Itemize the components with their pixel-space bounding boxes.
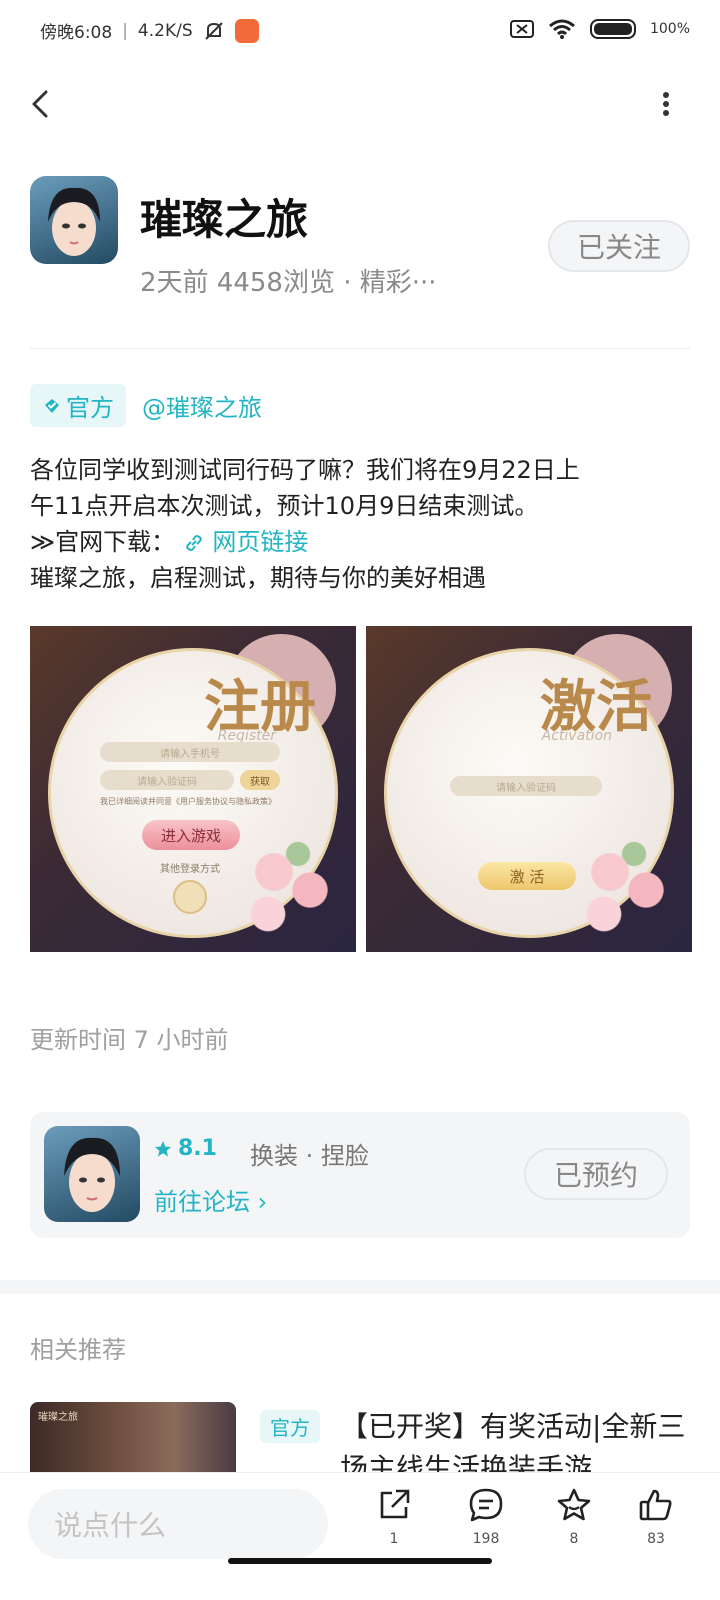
post-line-3: ≫官网下载： 网页链接	[30, 524, 690, 560]
sim-off-icon	[509, 20, 534, 38]
like-count: 83	[647, 1531, 665, 1547]
phone-login-icon	[173, 880, 207, 914]
related-official-badge: 官方	[260, 1410, 320, 1443]
comment-button[interactable]: 198	[456, 1485, 516, 1565]
comment-icon	[469, 1488, 503, 1522]
home-indicator[interactable]	[228, 1558, 492, 1564]
author-mention[interactable]: @璀璨之旅	[142, 388, 262, 423]
like-button[interactable]: 83	[626, 1485, 686, 1565]
game-portrait-icon	[64, 1137, 120, 1212]
share-icon	[380, 1489, 410, 1519]
post-line-4: 璀璨之旅，启程测试，期待与你的美好相遇	[30, 564, 486, 592]
flowers-decor	[562, 824, 682, 944]
official-badge: 官方	[30, 384, 126, 427]
post-title: 璀璨之旅	[140, 195, 309, 244]
notification-app-icon	[234, 18, 259, 43]
thumb-label: 璀璨之旅	[38, 1412, 78, 1423]
web-link-label: 网页链接	[212, 528, 309, 556]
battery-level: 100%	[649, 21, 690, 37]
favorite-count: 8	[569, 1531, 579, 1547]
download-prefix: ≫官网下载：	[30, 528, 176, 556]
avatar-portrait-icon	[48, 187, 100, 256]
link-icon	[185, 535, 202, 551]
game-avatar	[44, 1126, 140, 1222]
related-text: 【已开奖】有奖活动|全新三场主线生活换装手游	[340, 1410, 686, 1472]
register-screenshot[interactable]: 注册 Register 请输入手机号 请输入验证码 获取 我已详细阅读并同意《用…	[30, 626, 356, 952]
related-title: 相关推荐	[30, 1336, 126, 1364]
related-thumbnail: 璀璨之旅	[30, 1402, 236, 1472]
back-button[interactable]	[24, 84, 64, 124]
top-nav	[0, 70, 720, 140]
forum-link[interactable]: 前往论坛 ›	[154, 1182, 267, 1217]
update-time: 更新时间 7 小时前	[30, 1026, 229, 1054]
bottom-action-bar: 说点什么 1 198 8 83	[0, 1472, 720, 1572]
favorite-icon	[557, 1488, 591, 1521]
post-body: 各位同学收到测试同行码了嘛？我们将在9月22日上 午11点开启本次测试，预计10…	[30, 452, 690, 596]
other-login-text: 其他登录方式	[160, 864, 220, 875]
get-code-button: 获取	[240, 770, 280, 790]
thumbs-up-icon	[639, 1489, 672, 1521]
status-left: 傍晚6:08 | 4.2K/S	[40, 18, 259, 43]
wifi-icon	[549, 19, 575, 39]
header-divider	[30, 348, 690, 349]
rating-value: 8.1	[178, 1136, 217, 1161]
post-meta: 2天前 4458浏览 · 精彩···	[140, 268, 437, 298]
follow-button[interactable]: 已关注	[548, 220, 690, 272]
more-vertical-icon	[663, 92, 669, 116]
official-label: 官方	[66, 394, 114, 422]
related-item[interactable]: 璀璨之旅 官方 【已开奖】有奖活动|全新三场主线生活换装手游	[30, 1402, 690, 1472]
game-rating: 8.1	[154, 1136, 217, 1161]
post-header: 璀璨之旅 2天前 4458浏览 · 精彩··· 已关注	[30, 176, 690, 336]
favorite-button[interactable]: 8	[544, 1485, 604, 1565]
reserve-button[interactable]: 已预约	[524, 1148, 668, 1200]
diamond-check-icon	[45, 398, 59, 413]
status-right: 100%	[509, 18, 690, 40]
more-button[interactable]	[656, 84, 676, 124]
section-gap	[0, 1280, 720, 1294]
game-card[interactable]: 8.1 换装 · 捏脸 前往论坛 › 已预约	[30, 1112, 690, 1238]
comment-count: 198	[472, 1531, 500, 1547]
battery-icon	[589, 19, 636, 39]
status-bar: 傍晚6:08 | 4.2K/S 100%	[0, 0, 720, 64]
activation-code-field: 请输入验证码	[450, 776, 602, 796]
share-button[interactable]: 1	[364, 1485, 424, 1565]
mute-icon	[204, 21, 223, 40]
post-images: 注册 Register 请输入手机号 请输入验证码 获取 我已详细阅读并同意《用…	[30, 626, 692, 952]
code-field: 请输入验证码	[100, 770, 234, 790]
enter-game-button: 进入游戏	[142, 820, 240, 850]
post-line-2: 午11点开启本次测试，预计10月9日结束测试。	[30, 492, 539, 520]
flowers-decor	[226, 824, 346, 944]
activate-subtitle: Activation	[541, 728, 612, 744]
game-tags: 换装 · 捏脸	[250, 1142, 369, 1170]
post-line-1: 各位同学收到测试同行码了嘛？我们将在9月22日上	[30, 456, 580, 484]
comment-input[interactable]: 说点什么	[28, 1489, 328, 1559]
phone-field: 请输入手机号	[100, 742, 280, 762]
status-separator: |	[122, 20, 128, 41]
status-time: 傍晚6:08	[40, 23, 113, 43]
author-avatar[interactable]	[30, 176, 118, 264]
share-count: 1	[389, 1531, 399, 1547]
star-icon	[155, 1140, 171, 1156]
back-icon	[32, 90, 48, 118]
web-link[interactable]: 网页链接	[183, 528, 309, 556]
network-speed: 4.2K/S	[137, 20, 193, 41]
activate-screenshot[interactable]: 激活 Activation 请输入验证码 激 活	[366, 626, 692, 952]
agreement-text: 我已详细阅读并同意《用户服务协议与隐私政策》	[100, 797, 276, 806]
post-tags: 官方 @璀璨之旅	[30, 384, 262, 427]
